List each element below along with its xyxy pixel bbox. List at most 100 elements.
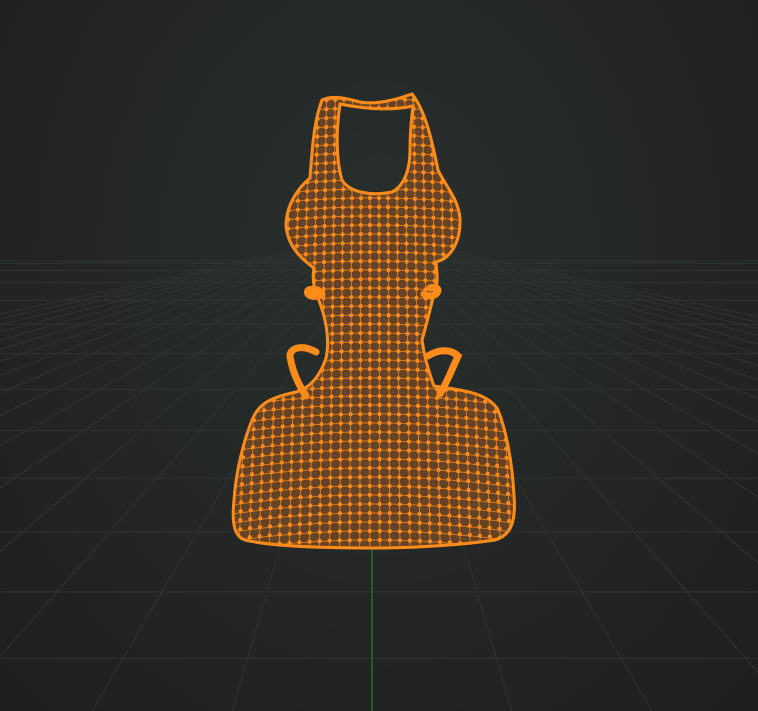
mesh-vertex[interactable] [331,241,336,246]
mesh-vertex[interactable] [289,118,294,123]
mesh-vertex[interactable] [282,370,287,375]
mesh-vertex[interactable] [456,154,461,160]
mesh-vertex[interactable] [513,447,518,453]
mesh-vertex[interactable] [357,457,363,462]
mesh-vertex[interactable] [251,436,256,441]
mesh-vertex[interactable] [305,153,311,158]
mesh-vertex[interactable] [524,467,528,471]
mesh-vertex[interactable] [387,457,392,462]
mesh-vertex[interactable] [472,380,477,385]
mesh-vertex[interactable] [331,250,336,255]
mesh-vertex[interactable] [347,520,352,525]
mesh-vertex[interactable] [476,219,481,224]
mesh-vertex[interactable] [217,548,221,552]
mesh-vertex[interactable] [311,305,317,310]
mesh-vertex[interactable] [446,495,452,500]
mesh-vertex[interactable] [367,321,372,327]
mesh-vertex[interactable] [376,186,382,192]
mesh-vertex[interactable] [412,133,417,138]
mesh-vertex[interactable] [504,464,509,469]
mesh-vertex[interactable] [214,414,218,418]
mesh-vertex[interactable] [338,457,343,462]
mesh-vertex[interactable] [418,547,423,552]
mesh-vertex[interactable] [212,450,216,454]
mesh-vertex[interactable] [240,231,245,236]
mesh-vertex[interactable] [396,394,401,399]
mesh-vertex[interactable] [405,340,410,345]
mesh-vertex[interactable] [395,268,400,273]
mesh-vertex[interactable] [318,449,324,454]
mesh-vertex[interactable] [261,417,266,422]
mesh-vertex[interactable] [298,91,303,95]
mesh-vertex[interactable] [262,390,267,395]
mesh-vertex[interactable] [464,415,469,421]
mesh-vertex[interactable] [357,538,362,543]
mesh-vertex[interactable] [229,98,234,104]
mesh-vertex[interactable] [441,252,446,257]
mesh-vertex[interactable] [487,516,492,521]
mesh-vertex[interactable] [310,395,315,400]
mesh-vertex[interactable] [397,493,402,498]
mesh-vertex[interactable] [234,160,240,165]
mesh-vertex[interactable] [367,231,373,237]
mesh-vertex[interactable] [454,415,459,420]
mesh-vertex[interactable] [500,365,505,370]
mesh-vertex[interactable] [377,447,382,453]
mesh-vertex[interactable] [377,339,382,345]
mesh-vertex[interactable] [433,332,438,337]
mesh-vertex[interactable] [436,449,441,454]
mesh-vertex[interactable] [484,202,490,207]
mesh-vertex[interactable] [349,331,354,336]
mesh-vertex[interactable] [301,360,306,365]
mesh-vertex[interactable] [349,322,354,327]
mesh-vertex[interactable] [425,413,430,418]
mesh-vertex[interactable] [413,250,418,255]
mesh-vertex[interactable] [415,385,420,390]
mesh-vertex[interactable] [514,251,518,256]
mesh-vertex[interactable] [447,522,452,527]
mesh-vertex[interactable] [417,511,422,516]
mesh-vertex[interactable] [233,187,238,192]
mesh-vertex[interactable] [348,394,353,399]
mesh-vertex[interactable] [298,486,303,491]
mesh-vertex[interactable] [526,503,530,507]
mesh-vertex[interactable] [386,367,391,372]
mesh-vertex[interactable] [279,155,284,160]
mesh-vertex[interactable] [387,403,392,408]
mesh-vertex[interactable] [243,383,248,388]
mesh-vertex[interactable] [457,190,462,196]
mesh-vertex[interactable] [240,249,245,254]
mesh-vertex[interactable] [403,115,408,120]
mesh-vertex[interactable] [377,411,382,417]
mesh-vertex[interactable] [385,160,390,165]
mesh-vertex[interactable] [510,366,515,372]
mesh-vertex[interactable] [277,227,282,232]
mesh-vertex[interactable] [466,478,471,484]
mesh-vertex[interactable] [278,487,284,492]
mesh-vertex[interactable] [235,142,240,147]
mesh-vertex[interactable] [439,198,445,203]
mesh-vertex[interactable] [227,341,231,345]
mesh-vertex[interactable] [290,405,295,410]
mesh-vertex[interactable] [426,449,431,454]
mesh-vertex[interactable] [339,322,344,327]
mesh-vertex[interactable] [236,330,241,335]
mesh-vertex[interactable] [487,525,492,530]
mesh-vertex[interactable] [426,485,432,490]
mesh-vertex[interactable] [482,130,487,135]
mesh-vertex[interactable] [234,375,239,380]
mesh-vertex[interactable] [465,155,470,160]
mesh-vertex[interactable] [489,328,494,333]
mesh-vertex[interactable] [358,313,363,318]
mesh-vertex[interactable] [323,134,329,139]
mesh-vertex[interactable] [492,176,497,181]
mesh-vertex[interactable] [259,202,265,207]
mesh-vertex[interactable] [464,119,469,124]
mesh-vertex[interactable] [327,520,332,525]
mesh-vertex[interactable] [255,95,260,100]
mesh-vertex[interactable] [241,204,247,209]
mesh-vertex[interactable] [255,319,260,324]
mesh-vertex[interactable] [439,189,444,194]
mesh-vertex[interactable] [276,236,281,241]
mesh-vertex[interactable] [510,170,515,175]
